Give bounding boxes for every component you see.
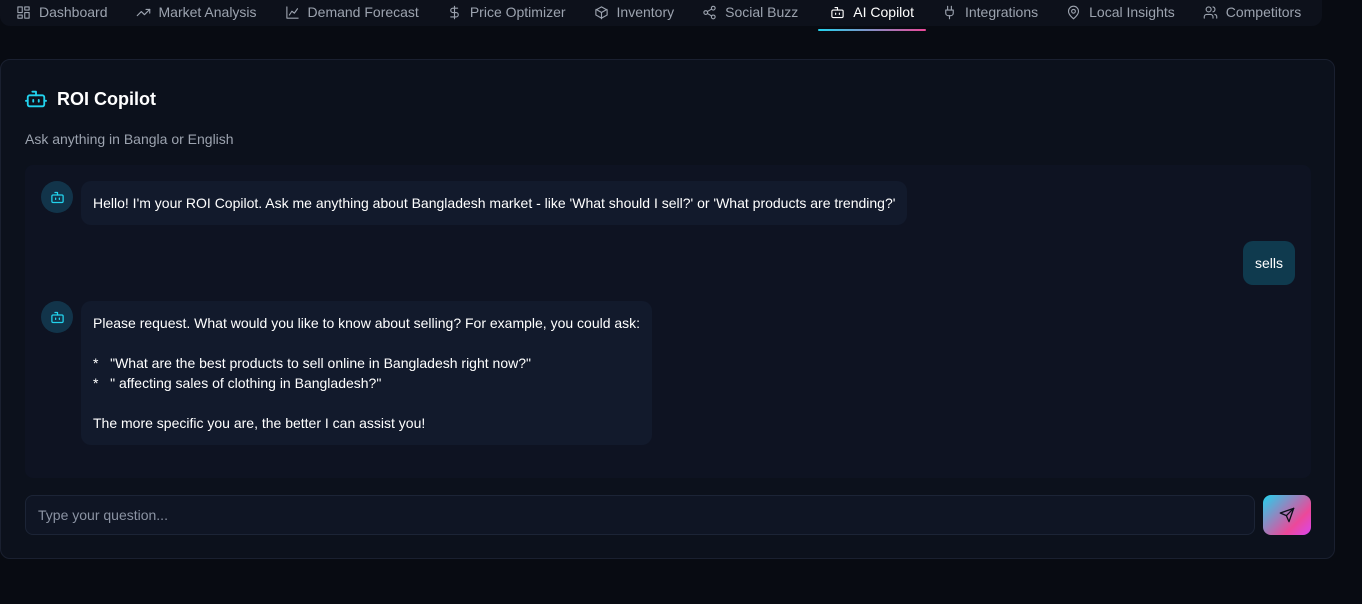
bot-message: Hello! I'm your ROI Copilot. Ask me anyt… [81, 181, 907, 225]
copilot-card: ROI Copilot Ask anything in Bangla or En… [0, 59, 1335, 559]
nav-tab-label: Social Buzz [725, 4, 799, 20]
nav-tab-label: Inventory [616, 4, 675, 20]
bot-avatar [41, 301, 73, 333]
question-input-row [25, 495, 1311, 535]
dollar-icon [450, 5, 459, 19]
top-nav: Dashboard Market Analysis Demand Forecas… [0, 0, 1322, 31]
nav-tab-dashboard[interactable]: Dashboard [8, 0, 116, 26]
bot-avatar [41, 181, 73, 213]
bot-icon [25, 90, 47, 108]
nav-tab-label: Demand Forecast [307, 4, 419, 20]
users-icon [1203, 5, 1218, 19]
send-icon [1279, 507, 1295, 523]
message-line: sells [1255, 255, 1284, 271]
bot-icon [831, 6, 844, 18]
bot-message: Please request. What would you like to k… [81, 301, 652, 445]
nav-tab-local-insights[interactable]: Local Insights [1058, 0, 1183, 26]
message-line: Please request. What would you like to k… [93, 315, 641, 331]
page-title: ROI Copilot [57, 88, 156, 109]
nav-tab-ai-copilot[interactable]: AI Copilot [818, 0, 926, 31]
question-input[interactable] [25, 495, 1255, 535]
message-line: * "What are the best products to sell on… [93, 355, 531, 371]
map-pin-icon [1068, 5, 1080, 19]
box-icon [594, 5, 608, 19]
nav-tab-label: Integrations [964, 4, 1039, 20]
nav-tab-label: AI Copilot [853, 4, 914, 20]
page-subtitle: Ask anything in Bangla or English [25, 131, 234, 147]
nav-tab-market-analysis[interactable]: Market Analysis [128, 0, 265, 26]
nav-tab-demand-forecast[interactable]: Demand Forecast [277, 0, 427, 26]
nav-tab-label: Price Optimizer [469, 4, 566, 20]
nav-tab-label: Local Insights [1089, 4, 1175, 20]
nav-tab-integrations[interactable]: Integrations [934, 0, 1046, 26]
line-chart-icon [285, 5, 299, 19]
message-line: Hello! I'm your ROI Copilot. Ask me anyt… [93, 195, 896, 211]
message-line [93, 333, 640, 353]
message-line [93, 393, 640, 413]
plug-icon [945, 5, 954, 19]
nav-tab-price-optimizer[interactable]: Price Optimizer [439, 0, 574, 26]
grid-icon [17, 5, 30, 19]
user-message: sells [1243, 241, 1295, 285]
copilot-header: ROI Copilot [25, 88, 156, 110]
share-icon [703, 5, 716, 19]
bot-icon [50, 191, 64, 203]
chat-history[interactable]: Hello! I'm your ROI Copilot. Ask me anyt… [25, 165, 1311, 478]
nav-tab-label: Dashboard [39, 4, 108, 20]
send-button[interactable] [1263, 495, 1311, 535]
trending-up-icon [136, 8, 150, 16]
nav-tab-competitors[interactable]: Competitors [1195, 0, 1309, 26]
message-line: * " affecting sales of clothing in Bangl… [93, 375, 382, 391]
bot-icon [50, 311, 64, 323]
message-line: The more specific you are, the better I … [93, 415, 426, 431]
nav-tab-social-buzz[interactable]: Social Buzz [694, 0, 806, 26]
nav-tab-label: Market Analysis [158, 4, 257, 20]
nav-tab-inventory[interactable]: Inventory [586, 0, 683, 26]
nav-tab-label: Competitors [1225, 4, 1302, 20]
